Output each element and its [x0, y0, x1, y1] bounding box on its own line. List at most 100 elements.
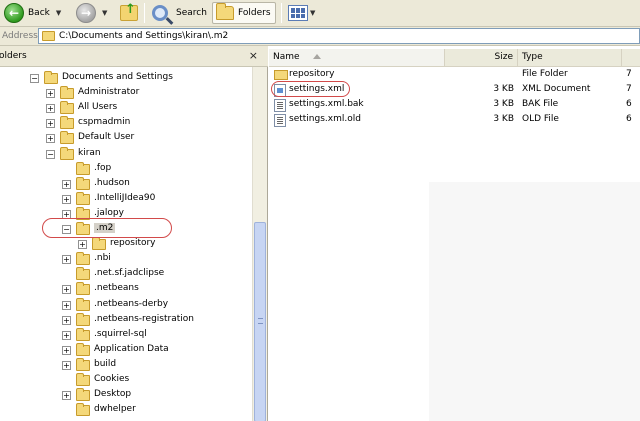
tree-item-label: .netbeans-registration: [94, 313, 194, 324]
column-name[interactable]: Name: [269, 49, 445, 66]
file-date: 6: [626, 99, 632, 109]
column-size[interactable]: Size: [445, 49, 518, 66]
expand-icon[interactable]: +: [46, 104, 55, 114]
folder-icon: [76, 267, 90, 281]
tree-item[interactable]: − Documents and Settings: [30, 71, 210, 86]
tree-item[interactable]: + .nbi: [62, 252, 242, 267]
collapse-icon[interactable]: −: [30, 74, 39, 83]
folder-icon: [60, 86, 74, 100]
empty-area: [429, 182, 640, 421]
expand-icon[interactable]: +: [46, 89, 55, 99]
forward-dropdown-icon[interactable]: ▼: [102, 9, 107, 17]
file-type: File Folder: [522, 69, 568, 79]
expand-icon[interactable]: +: [62, 300, 71, 310]
views-button[interactable]: ▼: [288, 2, 315, 24]
views-dropdown-icon[interactable]: ▼: [310, 9, 315, 17]
address-label: Address: [2, 31, 38, 41]
tree-item[interactable]: + .netbeans-registration: [62, 312, 242, 328]
file-row[interactable]: settings.xml.bak 3 KB BAK File 6: [269, 97, 640, 112]
folder-icon: [76, 252, 90, 266]
tree-item-label: Documents and Settings: [62, 72, 173, 82]
file-size: 3 KB: [493, 84, 514, 94]
tree-item[interactable]: + Administrator: [46, 86, 226, 101]
file-type: XML Document: [522, 84, 591, 94]
expand-icon[interactable]: +: [78, 240, 87, 250]
expand-icon[interactable]: +: [62, 345, 71, 355]
folder-icon: [274, 70, 288, 80]
folders-pane-header: olders ×: [0, 46, 268, 67]
expand-icon[interactable]: +: [62, 360, 71, 370]
folder-icon: [44, 71, 58, 84]
tree-item[interactable]: + .netbeans-derby: [62, 297, 242, 313]
expand-icon[interactable]: +: [62, 285, 71, 295]
toolbar-separator: [144, 3, 145, 23]
folders-pane: olders × − Documents and Settings + Adminis…: [0, 46, 268, 421]
tree-item[interactable]: − kiran: [46, 146, 226, 162]
forward-button[interactable]: → ▼: [76, 2, 107, 24]
file-type: OLD File: [522, 114, 559, 124]
tree-item[interactable]: dwhelper: [62, 403, 242, 418]
tree-item[interactable]: + .squirrel-sql: [62, 327, 242, 343]
file-name: settings.xml.bak: [289, 99, 364, 109]
tree-item[interactable]: + Default User: [46, 131, 226, 146]
tree-item[interactable]: + .netbeans: [62, 282, 242, 297]
tree-item[interactable]: .net.sf.jadclipse: [62, 267, 242, 282]
tree-item[interactable]: + repository: [78, 237, 252, 252]
back-label: Back: [28, 8, 50, 18]
back-dropdown-icon[interactable]: ▼: [56, 9, 61, 17]
tree-item[interactable]: + All Users: [46, 101, 226, 116]
vertical-scrollbar[interactable]: [252, 67, 267, 421]
search-button[interactable]: Search: [152, 2, 207, 24]
expand-icon[interactable]: +: [46, 119, 55, 129]
tree-item[interactable]: + Desktop: [62, 388, 242, 403]
tree-item[interactable]: + build: [62, 357, 242, 373]
folder-icon: [76, 282, 90, 296]
views-icon: [288, 5, 308, 21]
file-row[interactable]: repository File Folder 7: [269, 67, 640, 82]
folders-icon: [216, 3, 234, 20]
tree-item-label: .jalopy: [94, 207, 124, 218]
folder-icon: [60, 131, 74, 145]
folder-icon: [76, 176, 90, 190]
tree-item-label: .squirrel-sql: [94, 328, 147, 339]
tree-item[interactable]: + .IntelliJIdea90: [62, 191, 242, 207]
tree-item[interactable]: + .hudson: [62, 176, 242, 192]
expand-icon[interactable]: +: [46, 134, 55, 144]
folders-button[interactable]: Folders: [212, 2, 276, 24]
up-folder-button[interactable]: [120, 2, 138, 24]
tree-item[interactable]: Cookies: [62, 373, 242, 388]
folder-tree: − Documents and Settings + Administrator + Al…: [0, 70, 252, 421]
expand-icon[interactable]: +: [62, 179, 71, 189]
folders-label: Folders: [238, 8, 271, 18]
column-date[interactable]: [622, 49, 640, 66]
file-list-pane: Name Size Type repository File Folder 7 set…: [269, 46, 640, 421]
folder-icon: [76, 312, 90, 326]
up-folder-icon: [120, 2, 138, 21]
close-icon[interactable]: ×: [249, 49, 258, 62]
tree-item-label: Desktop: [94, 389, 132, 400]
tree-item[interactable]: .fop: [62, 161, 242, 177]
highlight-callout: [271, 81, 350, 97]
address-field[interactable]: C:\Documents and Settings\kiran\.m2: [38, 28, 640, 44]
tree-item[interactable]: + Application Data: [62, 342, 242, 358]
tree-item-label: .netbeans: [94, 283, 139, 294]
expand-icon[interactable]: +: [62, 255, 71, 265]
folder-icon: [76, 327, 90, 341]
sort-ascending-icon: [313, 54, 321, 59]
expand-icon[interactable]: +: [62, 391, 71, 401]
tree-item[interactable]: + cspmadmin: [46, 116, 226, 131]
expand-icon[interactable]: +: [62, 194, 71, 204]
column-type-label: Type: [522, 52, 543, 62]
collapse-icon[interactable]: −: [46, 149, 55, 159]
column-size-label: Size: [494, 52, 513, 62]
column-type[interactable]: Type: [518, 49, 622, 66]
expand-icon[interactable]: +: [62, 315, 71, 325]
folder-icon: [76, 388, 90, 402]
folder-icon: [76, 342, 90, 356]
file-row[interactable]: settings.xml.old 3 KB OLD File 6: [269, 112, 640, 127]
file-type: BAK File: [522, 99, 559, 109]
scrollbar-thumb[interactable]: [254, 222, 266, 421]
tree-item-label: .hudson: [94, 177, 130, 188]
back-button[interactable]: ← Back ▼: [4, 2, 61, 24]
expand-icon[interactable]: +: [62, 330, 71, 340]
